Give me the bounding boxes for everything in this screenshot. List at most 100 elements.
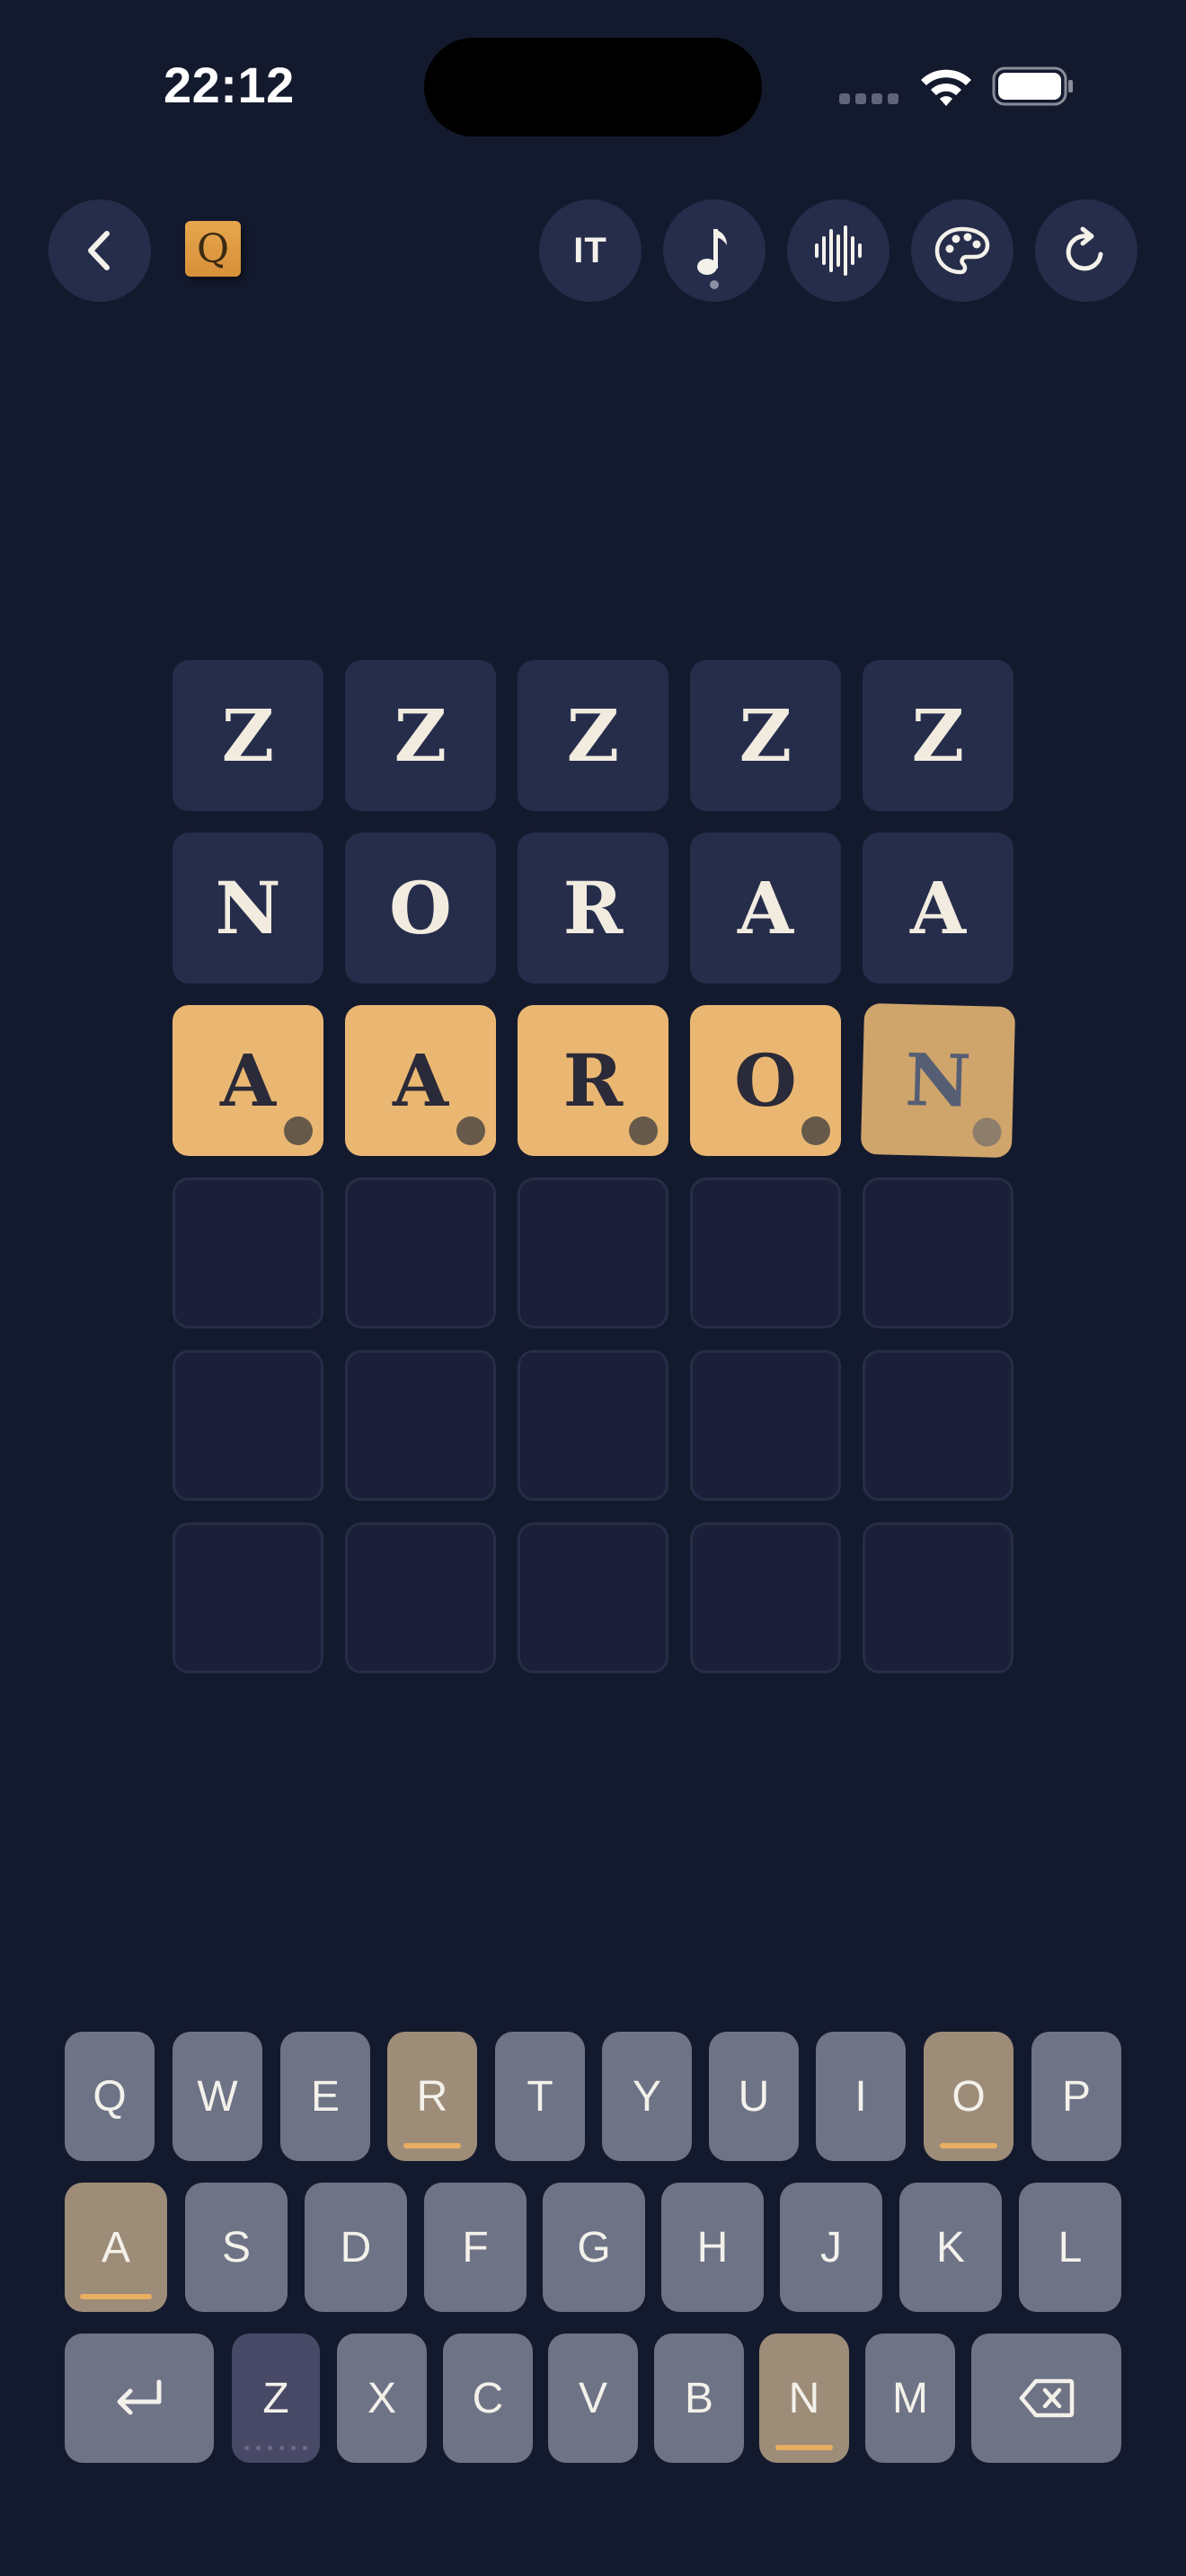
palette-icon	[934, 226, 990, 275]
key-b[interactable]: B	[654, 2333, 744, 2463]
language-label: IT	[573, 230, 607, 270]
key-g[interactable]: G	[543, 2183, 645, 2312]
key-label: Z	[262, 2374, 289, 2422]
board-row-4	[173, 1178, 1013, 1328]
tile: O	[345, 833, 496, 984]
dynamic-island	[424, 38, 762, 137]
wifi-icon	[921, 69, 971, 106]
enter-key[interactable]	[65, 2333, 214, 2463]
board-row-2: N O R A A	[173, 833, 1013, 984]
key-n[interactable]: N	[759, 2333, 849, 2463]
refresh-icon	[1066, 226, 1103, 271]
tile-empty	[173, 1178, 323, 1328]
tile-dot	[284, 1116, 313, 1145]
key-m[interactable]: M	[865, 2333, 955, 2463]
key-v[interactable]: V	[548, 2333, 638, 2463]
key-o[interactable]: O	[924, 2032, 1013, 2161]
cellular-signal-icon	[839, 93, 898, 104]
music-note-icon	[697, 229, 727, 275]
tile-empty	[173, 1522, 323, 1673]
sound-wave-icon	[815, 225, 862, 276]
key-a[interactable]: A	[65, 2183, 167, 2312]
tile-letter: N	[904, 1037, 972, 1124]
key-q[interactable]: Q	[65, 2032, 155, 2161]
key-d[interactable]: D	[305, 2183, 407, 2312]
tile: Z	[863, 660, 1013, 811]
key-l[interactable]: L	[1019, 2183, 1121, 2312]
music-active-indicator	[710, 280, 719, 289]
key-r[interactable]: R	[387, 2032, 477, 2161]
delete-key[interactable]	[971, 2333, 1121, 2463]
back-button[interactable]	[49, 199, 151, 302]
key-j[interactable]: J	[780, 2183, 882, 2312]
key-x[interactable]: X	[337, 2333, 427, 2463]
key-c[interactable]: C	[443, 2333, 533, 2463]
tile-empty	[518, 1178, 668, 1328]
return-icon	[117, 2379, 162, 2415]
music-toggle-button[interactable]	[663, 199, 766, 302]
status-time: 22:12	[164, 57, 295, 113]
tile-dot	[972, 1117, 1002, 1147]
key-h[interactable]: H	[661, 2183, 764, 2312]
key-i[interactable]: I	[816, 2032, 906, 2161]
key-label: R	[416, 2072, 448, 2121]
tile-dot	[629, 1116, 658, 1145]
tile-letter: A	[219, 1038, 277, 1123]
key-label: O	[951, 2072, 986, 2121]
key-w[interactable]: W	[173, 2032, 262, 2161]
tile-empty	[173, 1350, 323, 1501]
tile-letter: R	[562, 1038, 624, 1123]
key-p[interactable]: P	[1031, 2032, 1121, 2161]
tile-empty	[345, 1178, 496, 1328]
key-label: A	[101, 2223, 130, 2272]
language-button[interactable]: IT	[539, 199, 642, 302]
backspace-icon	[1019, 2378, 1074, 2418]
tile-present: N	[860, 1002, 1016, 1159]
tile-dot	[801, 1116, 830, 1145]
present-indicator	[775, 2445, 833, 2450]
tile: Z	[345, 660, 496, 811]
key-s[interactable]: S	[185, 2183, 288, 2312]
present-indicator	[80, 2294, 152, 2299]
battery-icon	[992, 66, 1073, 106]
key-z[interactable]: Z	[232, 2333, 320, 2463]
tile-empty	[690, 1178, 841, 1328]
tile-empty	[863, 1522, 1013, 1673]
tile: Z	[518, 660, 668, 811]
tile: R	[518, 833, 668, 984]
board-row-5	[173, 1350, 1013, 1501]
key-k[interactable]: K	[899, 2183, 1002, 2312]
absent-indicator	[244, 2446, 307, 2450]
key-t[interactable]: T	[495, 2032, 585, 2161]
theme-button[interactable]	[911, 199, 1013, 302]
tile-empty	[518, 1522, 668, 1673]
present-indicator	[403, 2143, 461, 2148]
restart-button[interactable]	[1035, 199, 1137, 302]
key-e[interactable]: E	[280, 2032, 370, 2161]
board-row-3: A A R O N	[173, 1002, 1016, 1159]
game-board: Z Z Z Z Z N O R A A A A R O N	[173, 660, 1016, 1695]
key-label: N	[788, 2374, 820, 2422]
tile-empty	[690, 1350, 841, 1501]
tile: N	[173, 833, 323, 984]
tile-letter: O	[734, 1038, 797, 1123]
key-u[interactable]: U	[709, 2032, 799, 2161]
tile-present: R	[518, 1005, 668, 1156]
tile-empty	[345, 1522, 496, 1673]
sound-effects-button[interactable]	[787, 199, 890, 302]
tile-letter: A	[392, 1038, 449, 1123]
tile: A	[690, 833, 841, 984]
tile: Z	[690, 660, 841, 811]
tile-dot	[456, 1116, 485, 1145]
logo-letter: Q	[196, 225, 230, 272]
board-row-1: Z Z Z Z Z	[173, 660, 1013, 811]
tile-empty	[518, 1350, 668, 1501]
tile-present: A	[173, 1005, 323, 1156]
tile: A	[863, 833, 1013, 984]
back-icon	[88, 231, 110, 270]
tile-present: A	[345, 1005, 496, 1156]
tile-empty	[863, 1178, 1013, 1328]
key-y[interactable]: Y	[602, 2032, 692, 2161]
key-f[interactable]: F	[424, 2183, 527, 2312]
tile-present: O	[690, 1005, 841, 1156]
